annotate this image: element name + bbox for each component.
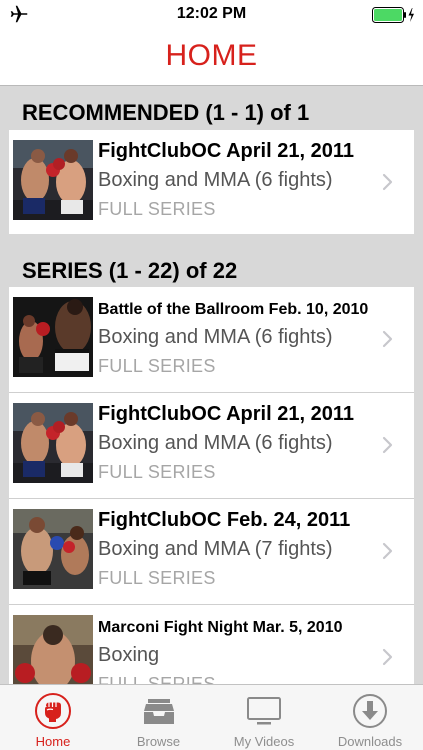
tab-label: Downloads (337, 734, 403, 749)
page-title: HOME (165, 39, 258, 72)
tab-browse[interactable]: Browse (106, 685, 211, 750)
series-tag: FULL SERIES (98, 568, 216, 588)
list-item[interactable]: Battle of the Ballroom Feb. 10, 2010 Box… (9, 287, 414, 393)
chevron-right-icon (382, 330, 393, 348)
series-tag: FULL SERIES (98, 462, 216, 482)
series-thumbnail (13, 140, 93, 220)
list-item[interactable]: Marconi Fight Night Mar. 5, 2010 Boxing … (9, 604, 414, 684)
series-subtitle: Boxing (98, 644, 160, 666)
series-title: Marconi Fight Night Mar. 5, 2010 (98, 619, 343, 636)
series-subtitle: Boxing and MMA (7 fights) (98, 538, 333, 560)
chevron-right-icon (382, 542, 393, 560)
chevron-right-icon (382, 436, 393, 454)
recommended-item[interactable]: FightClubOC April 21, 2011 Boxing and MM… (9, 130, 414, 234)
series-title: FightClubOC April 21, 2011 (98, 140, 354, 162)
series-section-header: SERIES (1 - 22) of 22 (22, 258, 238, 283)
series-subtitle: Boxing and MMA (6 fights) (98, 169, 333, 191)
series-list: Battle of the Ballroom Feb. 10, 2010 Box… (9, 287, 414, 684)
tab-downloads[interactable]: Downloads (317, 685, 423, 750)
recommended-section-header: RECOMMENDED (1 - 1) of 1 (22, 100, 310, 125)
tab-home[interactable]: Home (0, 685, 106, 750)
tab-label: Browse (136, 734, 181, 749)
status-time: 12:02 PM (176, 5, 247, 22)
fist-icon (35, 693, 71, 729)
tab-my-videos[interactable]: My Videos (211, 685, 317, 750)
series-thumbnail (13, 509, 93, 589)
list-item[interactable]: FightClubOC April 21, 2011 Boxing and MM… (9, 392, 414, 499)
status-bar: 12:02 PM (0, 0, 423, 30)
series-tag: FULL SERIES (98, 674, 216, 684)
boxing-photo-marconi (13, 615, 93, 684)
inbox-tray-icon (143, 699, 174, 724)
tab-bar: Home Browse My Videos Downloads (0, 684, 423, 750)
series-tag: FULL SERIES (98, 356, 216, 376)
boxing-photo-ballroom (13, 297, 93, 377)
series-subtitle: Boxing and MMA (6 fights) (98, 326, 333, 348)
chevron-right-icon (382, 648, 393, 666)
boxing-photo-fightclub-feb (13, 509, 93, 589)
series-thumbnail (13, 615, 93, 684)
battery-charging-icon (372, 7, 414, 23)
home-scroll-view[interactable]: RECOMMENDED (1 - 1) of 1 FightClubOC Apr… (0, 86, 423, 684)
tab-label: Home (35, 734, 71, 749)
monitor-icon (247, 697, 281, 725)
tab-label: My Videos (233, 734, 295, 749)
boxing-photo-fightclub-april (13, 140, 93, 220)
boxing-photo-fightclub-april (13, 403, 93, 483)
series-title: FightClubOC Feb. 24, 2011 (98, 509, 351, 531)
series-title: Battle of the Ballroom Feb. 10, 2010 (98, 301, 369, 318)
series-subtitle: Boxing and MMA (6 fights) (98, 432, 333, 454)
navigation-bar: HOME (0, 30, 423, 86)
app-screen: 12:02 PM HOME RECOMMENDED (1 - 1) of 1 F… (0, 0, 423, 750)
download-arrow-icon (353, 694, 387, 728)
series-title: FightClubOC April 21, 2011 (98, 403, 354, 425)
series-thumbnail (13, 297, 93, 377)
list-item[interactable]: FightClubOC Feb. 24, 2011 Boxing and MMA… (9, 498, 414, 605)
series-tag: FULL SERIES (98, 199, 216, 219)
chevron-right-icon (382, 173, 393, 191)
series-thumbnail (13, 403, 93, 483)
